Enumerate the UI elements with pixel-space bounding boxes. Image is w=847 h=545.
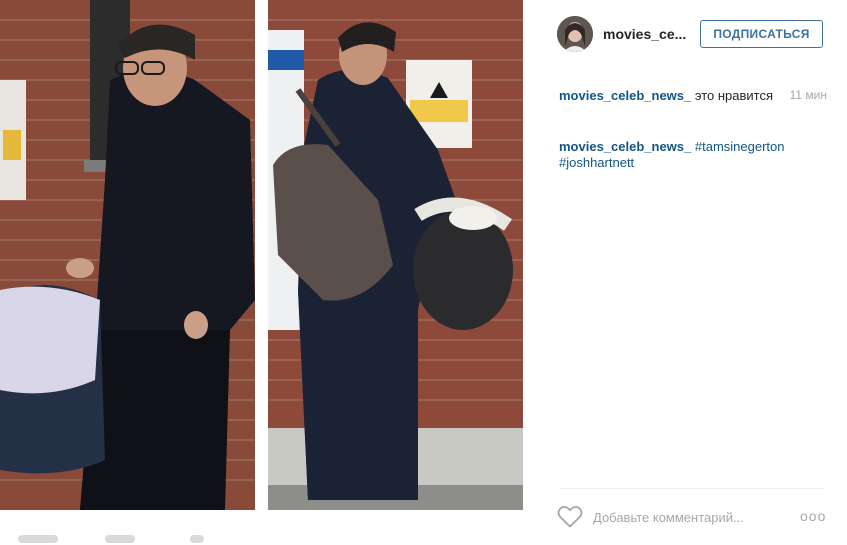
comment-input[interactable] (593, 507, 783, 527)
comment-likes: movies_celeb_news_ это нравится (559, 88, 827, 104)
heart-icon[interactable] (557, 505, 583, 529)
left-photo (0, 0, 255, 510)
next-post-strip (0, 530, 530, 545)
comment-user-link[interactable]: movies_celeb_news_ (559, 88, 691, 103)
follow-button[interactable]: ПОДПИСАТЬСЯ (700, 20, 823, 48)
comment-caption: movies_celeb_news_ #tamsinegerton #joshh… (559, 139, 827, 171)
divider (559, 488, 825, 489)
hashtag-link[interactable]: #tamsinegerton (695, 139, 785, 154)
comment-text: это нравится (691, 88, 774, 103)
post-time[interactable]: 11 мин (790, 88, 827, 102)
avatar[interactable] (557, 16, 593, 52)
username[interactable]: movies_ce... (603, 26, 686, 42)
post-actions: ооо (557, 505, 837, 529)
post-photo-area[interactable] (0, 0, 530, 510)
post-sidebar: movies_ce... ПОДПИСАТЬСЯ movies_celeb_ne… (545, 0, 847, 545)
hashtag-link[interactable]: #joshhartnett (559, 155, 634, 170)
comment-user-link[interactable]: movies_celeb_news_ (559, 139, 691, 154)
more-options-icon[interactable]: ооо (800, 508, 826, 524)
post-header: movies_ce... ПОДПИСАТЬСЯ (557, 16, 839, 52)
right-photo (268, 0, 523, 510)
